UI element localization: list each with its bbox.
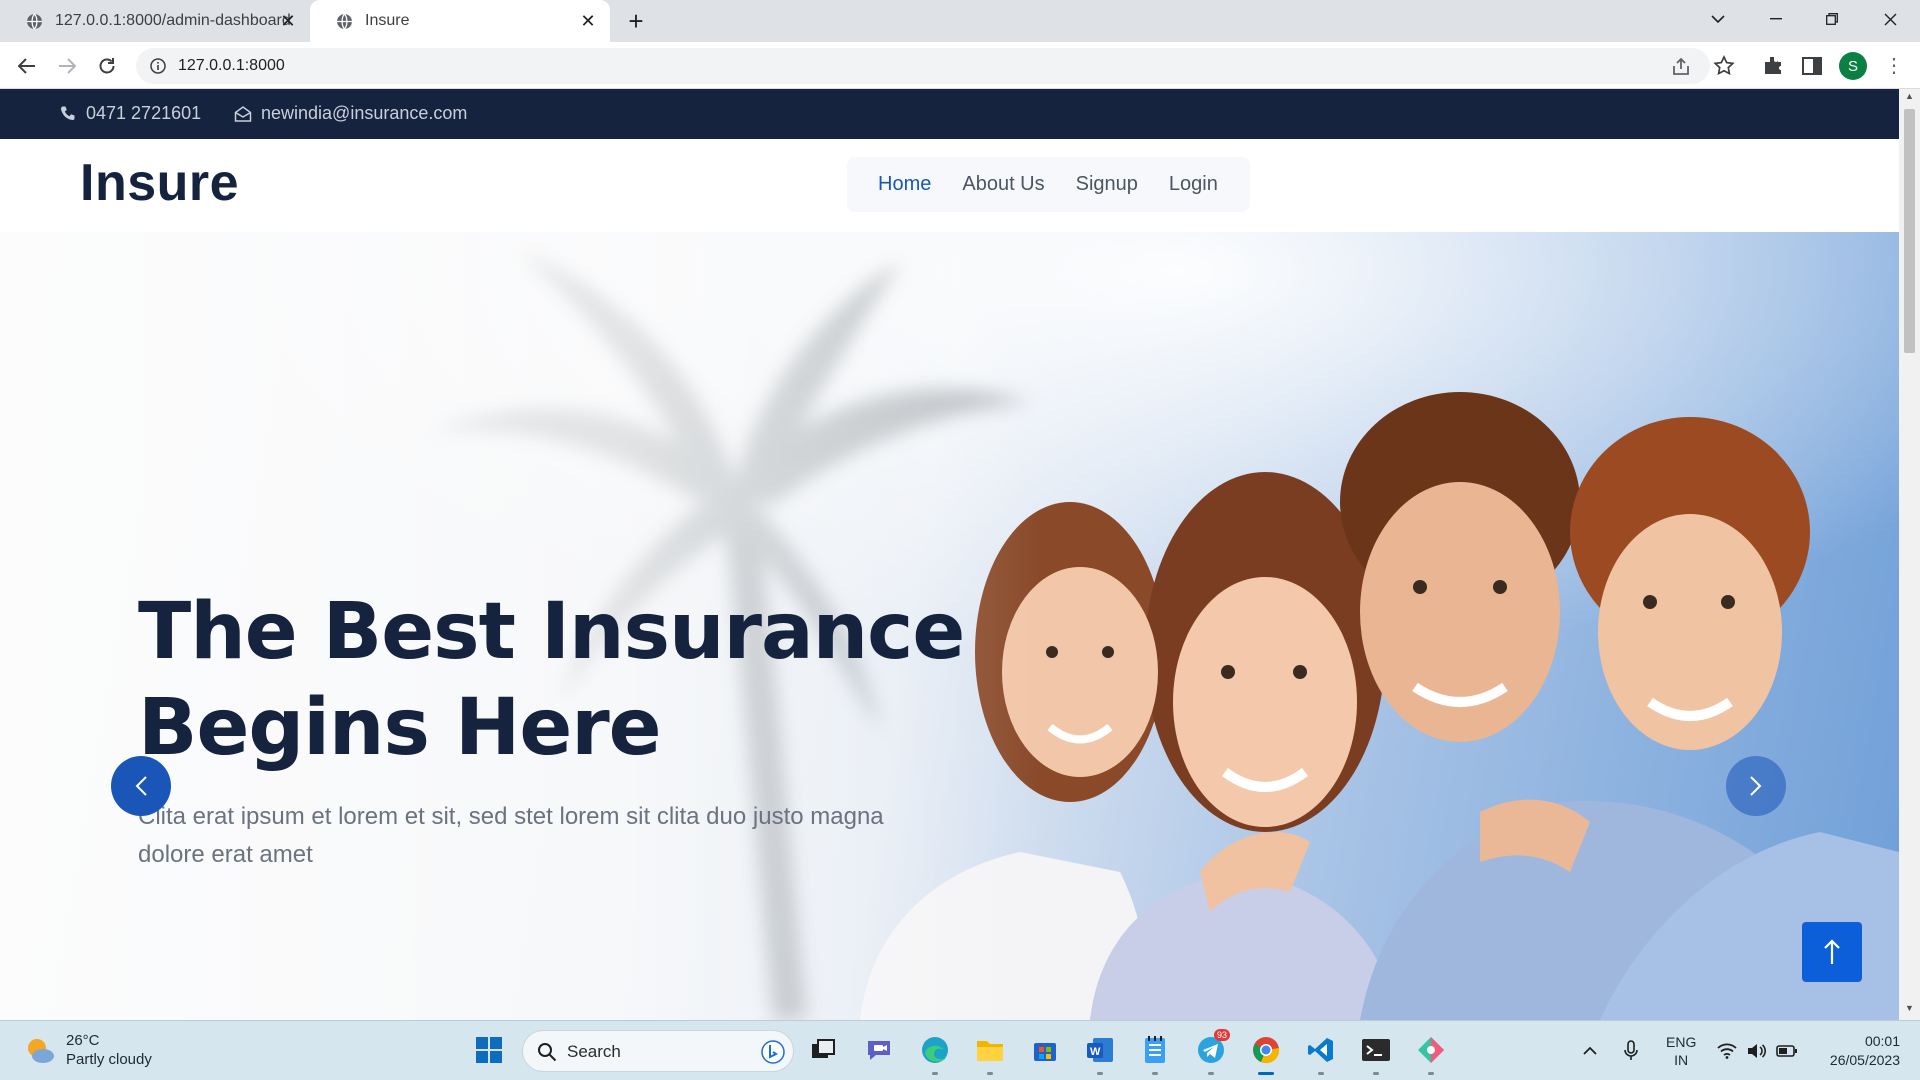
- browser-tab-insure[interactable]: Insure ✕: [310, 0, 610, 42]
- phone-contact: 0471 2721601: [59, 103, 201, 124]
- taskbar-search[interactable]: Search: [522, 1030, 794, 1072]
- site-logo[interactable]: Insure: [80, 153, 239, 213]
- chrome-icon[interactable]: [1249, 1033, 1283, 1075]
- hero-title-line-2: Begins Here: [138, 683, 662, 773]
- hero-title: The Best Insurance Begins Here: [138, 584, 1038, 776]
- tab-search-chevron-icon[interactable]: [1694, 0, 1742, 38]
- globe-icon: [27, 13, 42, 29]
- back-to-top-button[interactable]: [1802, 922, 1862, 982]
- restore-button[interactable]: [1808, 0, 1856, 38]
- svg-text:W: W: [1090, 1046, 1101, 1058]
- forward-button[interactable]: [52, 51, 82, 81]
- input-language-indicator[interactable]: ENG IN: [1666, 1021, 1696, 1080]
- hero-description-line-2: dolore erat amet: [138, 841, 313, 868]
- nav-link-home[interactable]: Home: [878, 173, 931, 196]
- minimize-button[interactable]: [1752, 0, 1800, 38]
- wifi-icon[interactable]: [1717, 1021, 1737, 1080]
- notepad-icon[interactable]: [1138, 1033, 1172, 1075]
- hero-title-line-1: The Best Insurance: [138, 587, 965, 677]
- scroll-down-arrow-icon[interactable]: ▼: [1904, 1003, 1915, 1017]
- bing-icon[interactable]: [761, 1040, 785, 1064]
- close-icon[interactable]: ✕: [278, 11, 298, 31]
- url-text[interactable]: 127.0.0.1:8000: [178, 57, 285, 75]
- phone-number: 0471 2721601: [86, 103, 202, 123]
- weather-text: 26°C Partly cloudy: [66, 1031, 152, 1069]
- terminal-icon[interactable]: [1359, 1033, 1393, 1075]
- nav-link-login[interactable]: Login: [1169, 173, 1218, 196]
- extensions-icon[interactable]: [1761, 54, 1785, 78]
- microsoft-store-icon[interactable]: [1028, 1033, 1062, 1067]
- browser-toolbar: 127.0.0.1:8000 S ⋮: [0, 42, 1920, 89]
- windows-start-button[interactable]: [472, 1033, 506, 1067]
- email-contact: newindia@insurance.com: [234, 103, 467, 124]
- windows-logo-icon: [476, 1037, 502, 1063]
- vscode-icon[interactable]: [1304, 1033, 1338, 1075]
- globe-icon: [337, 13, 352, 29]
- close-icon[interactable]: ✕: [578, 11, 598, 31]
- language-region: IN: [1674, 1052, 1689, 1068]
- envelope-open-icon: [234, 105, 252, 122]
- tab-title: Insure: [365, 12, 410, 29]
- share-icon[interactable]: [1670, 56, 1692, 78]
- site-navbar: Insure Home About Us Signup Login: [0, 139, 1899, 232]
- weather-temp: 26°C: [66, 1032, 100, 1049]
- address-bar[interactable]: 127.0.0.1:8000: [136, 48, 1710, 84]
- windows-taskbar: 26°C Partly cloudy Search W 93 ENG IN 00…: [0, 1020, 1920, 1080]
- more-menu-icon[interactable]: ⋮: [1884, 54, 1904, 78]
- scroll-up-arrow-icon[interactable]: ▲: [1904, 91, 1915, 105]
- chevron-left-icon: [135, 776, 147, 796]
- hero-carousel: The Best Insurance Begins Here Clita era…: [0, 232, 1899, 1020]
- search-icon: [538, 1043, 557, 1062]
- telegram-badge: 93: [1214, 1029, 1231, 1041]
- partly-cloudy-icon: [28, 1039, 54, 1063]
- side-panel-icon[interactable]: [1800, 54, 1824, 78]
- reload-button[interactable]: [92, 51, 122, 81]
- battery-icon[interactable]: [1776, 1021, 1798, 1080]
- telegram-icon[interactable]: 93: [1194, 1029, 1231, 1075]
- info-icon[interactable]: [150, 58, 166, 74]
- new-tab-button[interactable]: +: [622, 8, 650, 36]
- page-scrollbar[interactable]: ▲ ▼: [1899, 89, 1920, 1020]
- close-window-button[interactable]: [1866, 0, 1914, 38]
- tab-title: 127.0.0.1:8000/admin-dashboard: [55, 12, 291, 29]
- back-button[interactable]: [12, 51, 42, 81]
- hero-description: Clita erat ipsum et lorem et sit, sed st…: [138, 798, 928, 874]
- main-menu: Home About Us Signup Login: [847, 157, 1250, 212]
- language-code: ENG: [1666, 1034, 1697, 1050]
- git-client-icon[interactable]: [1414, 1033, 1448, 1075]
- carousel-next-button[interactable]: [1726, 756, 1786, 816]
- hero-description-line-1: Clita erat ipsum et lorem et sit, sed st…: [138, 803, 884, 830]
- teams-chat-icon[interactable]: [862, 1033, 896, 1067]
- task-view-icon[interactable]: [806, 1033, 840, 1067]
- email-address: newindia@insurance.com: [261, 103, 468, 123]
- nav-link-about-us[interactable]: About Us: [962, 173, 1044, 196]
- clock-time: 00:01: [1864, 1033, 1900, 1049]
- contact-topbar: 0471 2721601 newindia@insurance.com: [0, 89, 1899, 139]
- word-icon[interactable]: W: [1083, 1033, 1117, 1075]
- browser-tab-admin-dashboard[interactable]: 127.0.0.1:8000/admin-dashboard ✕: [0, 0, 310, 42]
- browser-tab-strip: 127.0.0.1:8000/admin-dashboard ✕ Insure …: [0, 0, 1920, 42]
- weather-condition: Partly cloudy: [66, 1051, 152, 1068]
- taskbar-clock[interactable]: 00:01 26/05/2023: [1810, 1032, 1900, 1070]
- scrollbar-thumb[interactable]: [1904, 109, 1915, 353]
- search-placeholder: Search: [567, 1042, 621, 1061]
- carousel-prev-button[interactable]: [111, 756, 171, 816]
- chevron-right-icon: [1750, 776, 1762, 796]
- bookmark-star-icon[interactable]: [1712, 54, 1736, 78]
- edge-browser-icon[interactable]: [918, 1033, 952, 1075]
- page-viewport: 0471 2721601 newindia@insurance.com Insu…: [0, 89, 1899, 1020]
- clock-date: 26/05/2023: [1829, 1052, 1900, 1068]
- nav-link-signup[interactable]: Signup: [1076, 173, 1138, 196]
- volume-icon[interactable]: [1746, 1021, 1766, 1080]
- profile-avatar[interactable]: S: [1839, 52, 1867, 80]
- show-hidden-icons-chevron-icon[interactable]: [1582, 1021, 1598, 1080]
- file-explorer-icon[interactable]: [973, 1033, 1007, 1075]
- arrow-up-icon: [1824, 939, 1840, 964]
- weather-widget[interactable]: 26°C Partly cloudy: [24, 1031, 152, 1069]
- phone-icon: [60, 106, 75, 120]
- microphone-icon[interactable]: [1624, 1021, 1638, 1080]
